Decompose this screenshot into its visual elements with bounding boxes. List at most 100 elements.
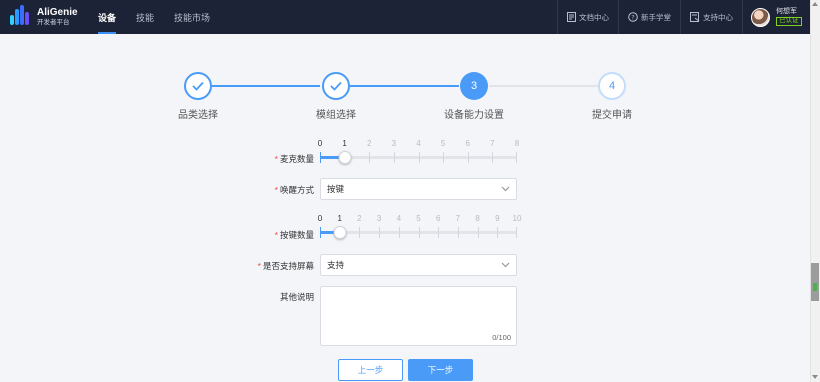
step-4-number: 4 bbox=[598, 72, 626, 100]
main-nav: 设备 技能 技能市场 bbox=[88, 0, 220, 34]
help-circle-icon: ? bbox=[628, 12, 638, 22]
key-count-slider[interactable]: 0 1 2 3 4 5 6 7 8 9 10 bbox=[318, 214, 521, 244]
slider-tick bbox=[438, 227, 440, 238]
slider-tick bbox=[379, 227, 381, 238]
step-connector bbox=[212, 85, 320, 87]
slider-tick-label[interactable]: 10 bbox=[513, 214, 522, 223]
step-3-label: 设备能力设置 bbox=[444, 110, 504, 121]
support-icon bbox=[690, 12, 700, 22]
academy-link-label: 新手学堂 bbox=[641, 12, 671, 22]
progress-steps: 品类选择 模组选择 3 设备能力设置 4 提交申请 bbox=[0, 70, 810, 130]
wake-method-label: * 唤醒方式 bbox=[194, 184, 314, 196]
logo[interactable]: AliGenie 开发者平台 bbox=[0, 0, 88, 34]
slider-tick-label[interactable]: 7 bbox=[490, 139, 494, 148]
user-menu[interactable]: 何想军 已认证 bbox=[742, 0, 810, 34]
required-marker: * bbox=[257, 261, 261, 271]
step-2-label: 模组选择 bbox=[316, 110, 356, 121]
slider-tick bbox=[418, 227, 420, 238]
required-marker: * bbox=[274, 230, 278, 240]
svg-text:?: ? bbox=[631, 13, 634, 21]
screen-support-label: * 是否支持屏幕 bbox=[194, 260, 314, 272]
next-step-button[interactable]: 下一步 bbox=[408, 359, 473, 381]
mic-count-slider[interactable]: 0 1 2 3 4 5 6 7 8 bbox=[318, 139, 519, 169]
slider-tick-label[interactable]: 5 bbox=[441, 139, 445, 148]
scroll-down-icon[interactable] bbox=[812, 375, 818, 379]
verified-badge: 已认证 bbox=[776, 17, 802, 26]
slider-tick-label[interactable]: 5 bbox=[416, 214, 420, 223]
slider-tick-label[interactable]: 9 bbox=[495, 214, 499, 223]
avatar[interactable] bbox=[751, 7, 770, 27]
scrollbar-thumb[interactable] bbox=[811, 263, 819, 301]
key-count-label-text: 按键数量 bbox=[279, 230, 314, 240]
academy-link[interactable]: ? 新手学堂 bbox=[618, 0, 680, 34]
slider-tick bbox=[393, 152, 395, 163]
scrollbar-track[interactable] bbox=[810, 0, 820, 382]
slider-tick bbox=[497, 227, 499, 238]
slider-tick bbox=[359, 227, 361, 238]
mic-count-label-text: 麦克数量 bbox=[279, 154, 314, 164]
slider-tick bbox=[369, 152, 371, 163]
chevron-down-icon bbox=[501, 186, 510, 192]
slider-tick-label[interactable]: 0 bbox=[318, 139, 322, 148]
wake-method-select[interactable]: 按键 bbox=[320, 178, 517, 200]
nav-devices[interactable]: 设备 bbox=[88, 0, 126, 34]
nav-skills[interactable]: 技能 bbox=[126, 0, 164, 34]
support-link-label: 支持中心 bbox=[703, 12, 733, 22]
aligenie-logo-icon bbox=[10, 5, 32, 28]
slider-tick bbox=[492, 152, 494, 163]
wake-method-value: 按键 bbox=[327, 184, 345, 194]
slider-tick-label[interactable]: 2 bbox=[367, 139, 371, 148]
slider-tick-label[interactable]: 0 bbox=[318, 214, 322, 223]
screen-support-label-text: 是否支持屏幕 bbox=[262, 261, 314, 271]
slider-tick bbox=[467, 152, 469, 163]
slider-tick-label[interactable]: 6 bbox=[466, 139, 470, 148]
user-name: 何想军 bbox=[776, 8, 797, 16]
document-icon bbox=[567, 12, 576, 22]
required-marker: * bbox=[274, 154, 278, 164]
slider-handle[interactable] bbox=[338, 151, 352, 164]
prev-step-button[interactable]: 上一步 bbox=[338, 359, 403, 381]
slider-tick bbox=[320, 227, 321, 238]
slider-tick bbox=[516, 227, 517, 238]
chevron-down-icon bbox=[501, 262, 510, 268]
notes-label-text: 其他说明 bbox=[279, 292, 314, 302]
step-1-check-icon bbox=[184, 72, 212, 100]
slider-tick bbox=[320, 152, 321, 163]
slider-tick-label[interactable]: 6 bbox=[436, 214, 440, 223]
slider-tick bbox=[457, 227, 459, 238]
notes-label: 其他说明 bbox=[194, 291, 314, 303]
slider-tick bbox=[516, 152, 517, 163]
slider-tick-label[interactable]: 2 bbox=[357, 214, 361, 223]
scroll-up-icon[interactable] bbox=[812, 2, 818, 6]
step-1-label: 品类选择 bbox=[178, 110, 218, 121]
char-counter: 0/100 bbox=[492, 333, 511, 342]
slider-tick-label[interactable]: 8 bbox=[515, 139, 519, 148]
slider-tick-label[interactable]: 1 bbox=[342, 139, 346, 148]
step-connector bbox=[489, 85, 598, 87]
logo-subtitle: 开发者平台 bbox=[37, 18, 70, 26]
key-count-label: * 按键数量 bbox=[194, 229, 314, 241]
slider-tick bbox=[418, 152, 420, 163]
slider-tick-label[interactable]: 4 bbox=[416, 139, 420, 148]
notes-textarea[interactable]: 0/100 bbox=[320, 286, 517, 346]
wake-method-label-text: 唤醒方式 bbox=[279, 185, 314, 195]
slider-tick-label[interactable]: 4 bbox=[397, 214, 401, 223]
slider-tick bbox=[398, 227, 400, 238]
nav-skill-market[interactable]: 技能市场 bbox=[164, 0, 220, 34]
screen-support-value: 支持 bbox=[327, 260, 345, 270]
slider-tick-label[interactable]: 3 bbox=[392, 139, 396, 148]
slider-handle[interactable] bbox=[333, 226, 347, 239]
slider-tick bbox=[477, 227, 479, 238]
support-link[interactable]: 支持中心 bbox=[680, 0, 742, 34]
logo-name: AliGenie bbox=[37, 6, 78, 18]
mic-count-label: * 麦克数量 bbox=[194, 153, 314, 165]
top-navbar: AliGenie 开发者平台 设备 技能 技能市场 文档中心 ? 新手学堂 支持… bbox=[0, 0, 810, 34]
slider-tick-label[interactable]: 3 bbox=[377, 214, 381, 223]
slider-tick-label[interactable]: 7 bbox=[456, 214, 460, 223]
step-connector bbox=[350, 85, 459, 87]
slider-tick-label[interactable]: 1 bbox=[337, 214, 341, 223]
slider-tick-label[interactable]: 8 bbox=[475, 214, 479, 223]
screen-support-select[interactable]: 支持 bbox=[320, 254, 517, 276]
docs-link[interactable]: 文档中心 bbox=[557, 0, 618, 34]
slider-tick bbox=[443, 152, 445, 163]
